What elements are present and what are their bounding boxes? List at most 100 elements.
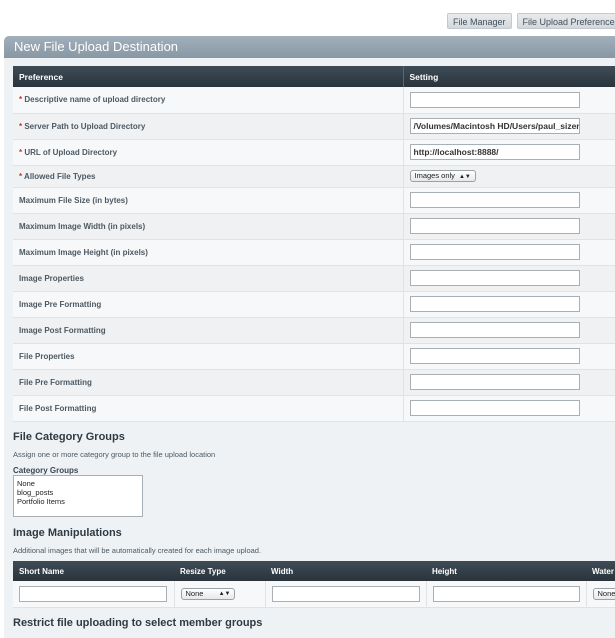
table-header: Short Name Resize Type Width Height Wate… (13, 561, 615, 581)
setting-input[interactable] (410, 218, 580, 234)
page-title: New File Upload Destination (4, 36, 615, 58)
preference-label-cell: File Properties (13, 343, 403, 369)
setting-cell: /Volumes/Macintosh HD/Users/paul_sizer/S (403, 113, 615, 139)
preference-label: Allowed File Types (24, 172, 95, 181)
preference-label: Maximum Image Height (in pixels) (19, 248, 148, 257)
table-row: Maximum File Size (in bytes) (13, 187, 615, 213)
chevron-updown-icon: ▲▼ (459, 174, 471, 180)
preference-label-cell: Image Pre Formatting (13, 291, 403, 317)
category-groups-description: Assign one or more category group to the… (13, 450, 215, 459)
preference-label: Image Post Formatting (19, 326, 106, 335)
preference-label-cell: Maximum File Size (in bytes) (13, 187, 403, 213)
setting-cell: Images only ▲▼ (403, 165, 615, 187)
image-manipulations-heading: Image Manipulations (13, 527, 122, 539)
category-groups-heading: File Category Groups (13, 431, 125, 443)
setting-input[interactable] (410, 348, 580, 364)
select-value: Images only (415, 171, 455, 180)
setting-column-header: Setting (403, 66, 615, 87)
preference-label: Descriptive name of upload directory (24, 95, 165, 104)
allowed-file-types-select[interactable]: Images only ▲▼ (410, 170, 476, 182)
table-row: * Server Path to Upload Directory/Volume… (13, 113, 615, 139)
setting-cell (403, 213, 615, 239)
preference-label-cell: * Allowed File Types (13, 165, 403, 187)
preference-label: File Properties (19, 352, 75, 361)
watermark-value: None (598, 589, 615, 598)
top-toolbar: File Manager File Upload Preferences (447, 13, 615, 29)
category-groups-label: Category Groups (13, 466, 78, 475)
resize-type-column-header: Resize Type (174, 561, 265, 581)
width-column-header: Width (265, 561, 426, 581)
file-manager-button[interactable]: File Manager (447, 13, 512, 29)
setting-cell: http://localhost:8888/ (403, 139, 615, 165)
preference-label: Maximum File Size (in bytes) (19, 196, 128, 205)
preference-label-cell: * Server Path to Upload Directory (13, 113, 403, 139)
preference-label-cell: File Post Formatting (13, 395, 403, 421)
setting-cell (403, 87, 615, 113)
preference-label-cell: Maximum Image Width (in pixels) (13, 213, 403, 239)
preference-label: URL of Upload Directory (24, 148, 117, 157)
short-name-input[interactable] (19, 586, 167, 602)
height-input[interactable] (433, 586, 580, 602)
table-row: File Pre Formatting (13, 369, 615, 395)
setting-cell (403, 187, 615, 213)
setting-input[interactable] (410, 374, 580, 390)
setting-input[interactable]: http://localhost:8888/ (410, 144, 580, 160)
resize-type-value: None (186, 589, 204, 598)
resize-type-select[interactable]: None ▲▼ (181, 588, 235, 600)
setting-cell (403, 291, 615, 317)
category-groups-listbox[interactable]: None blog_posts Portfolio Items (13, 475, 143, 517)
preference-label-cell: File Pre Formatting (13, 369, 403, 395)
width-input[interactable] (272, 586, 420, 602)
preference-label: Maximum Image Width (in pixels) (19, 222, 145, 231)
setting-cell (403, 317, 615, 343)
chevron-updown-icon: ▲▼ (219, 589, 231, 599)
table-header: Preference Setting (13, 66, 615, 87)
preference-column-header: Preference (13, 66, 403, 87)
setting-cell (403, 265, 615, 291)
table-row: Maximum Image Width (in pixels) (13, 213, 615, 239)
table-row: * URL of Upload Directory http://localhos… (13, 139, 615, 165)
preference-label: File Post Formatting (19, 404, 96, 413)
listbox-option[interactable]: Portfolio Items (17, 497, 139, 506)
watermark-select[interactable]: None (593, 588, 615, 600)
setting-cell (403, 343, 615, 369)
setting-cell (403, 239, 615, 265)
height-column-header: Height (426, 561, 586, 581)
preference-label-cell: * URL of Upload Directory (13, 139, 403, 165)
table-row: * Allowed File Types Images only ▲▼ (13, 165, 615, 187)
setting-input[interactable] (410, 322, 580, 338)
watermark-column-header: Water (586, 561, 615, 581)
image-manipulations-table: Short Name Resize Type Width Height Wate… (13, 561, 615, 608)
preference-label: Server Path to Upload Directory (24, 122, 145, 131)
preference-label: Image Properties (19, 274, 84, 283)
setting-input[interactable] (410, 270, 580, 286)
table-row: Maximum Image Height (in pixels) (13, 239, 615, 265)
restrict-member-groups-heading: Restrict file uploading to select member… (13, 617, 262, 629)
preference-label-cell: * Descriptive name of upload directory (13, 87, 403, 113)
listbox-option[interactable]: blog_posts (17, 488, 139, 497)
preference-label: Image Pre Formatting (19, 300, 101, 309)
preference-label-cell: Image Properties (13, 265, 403, 291)
table-row: File Post Formatting (13, 395, 615, 421)
setting-input[interactable] (410, 244, 580, 260)
file-upload-preferences-button[interactable]: File Upload Preferences (517, 13, 615, 29)
table-row: Image Properties (13, 265, 615, 291)
table-row: File Properties (13, 343, 615, 369)
preference-label-cell: Image Post Formatting (13, 317, 403, 343)
setting-input[interactable] (410, 92, 580, 108)
preference-label: File Pre Formatting (19, 378, 92, 387)
preferences-table: Preference Setting * Descriptive name of… (13, 66, 615, 422)
short-name-column-header: Short Name (13, 561, 174, 581)
image-manipulations-description: Additional images that will be automatic… (13, 546, 261, 555)
setting-input[interactable] (410, 296, 580, 312)
setting-cell (403, 369, 615, 395)
table-row: * Descriptive name of upload directory (13, 87, 615, 113)
setting-input[interactable] (410, 192, 580, 208)
setting-input[interactable] (410, 400, 580, 416)
setting-input[interactable]: /Volumes/Macintosh HD/Users/paul_sizer/S (410, 118, 580, 134)
listbox-option[interactable]: None (17, 479, 139, 488)
table-row: None ▲▼ None (13, 581, 615, 607)
table-row: Image Pre Formatting (13, 291, 615, 317)
preference-label-cell: Maximum Image Height (in pixels) (13, 239, 403, 265)
table-row: Image Post Formatting (13, 317, 615, 343)
